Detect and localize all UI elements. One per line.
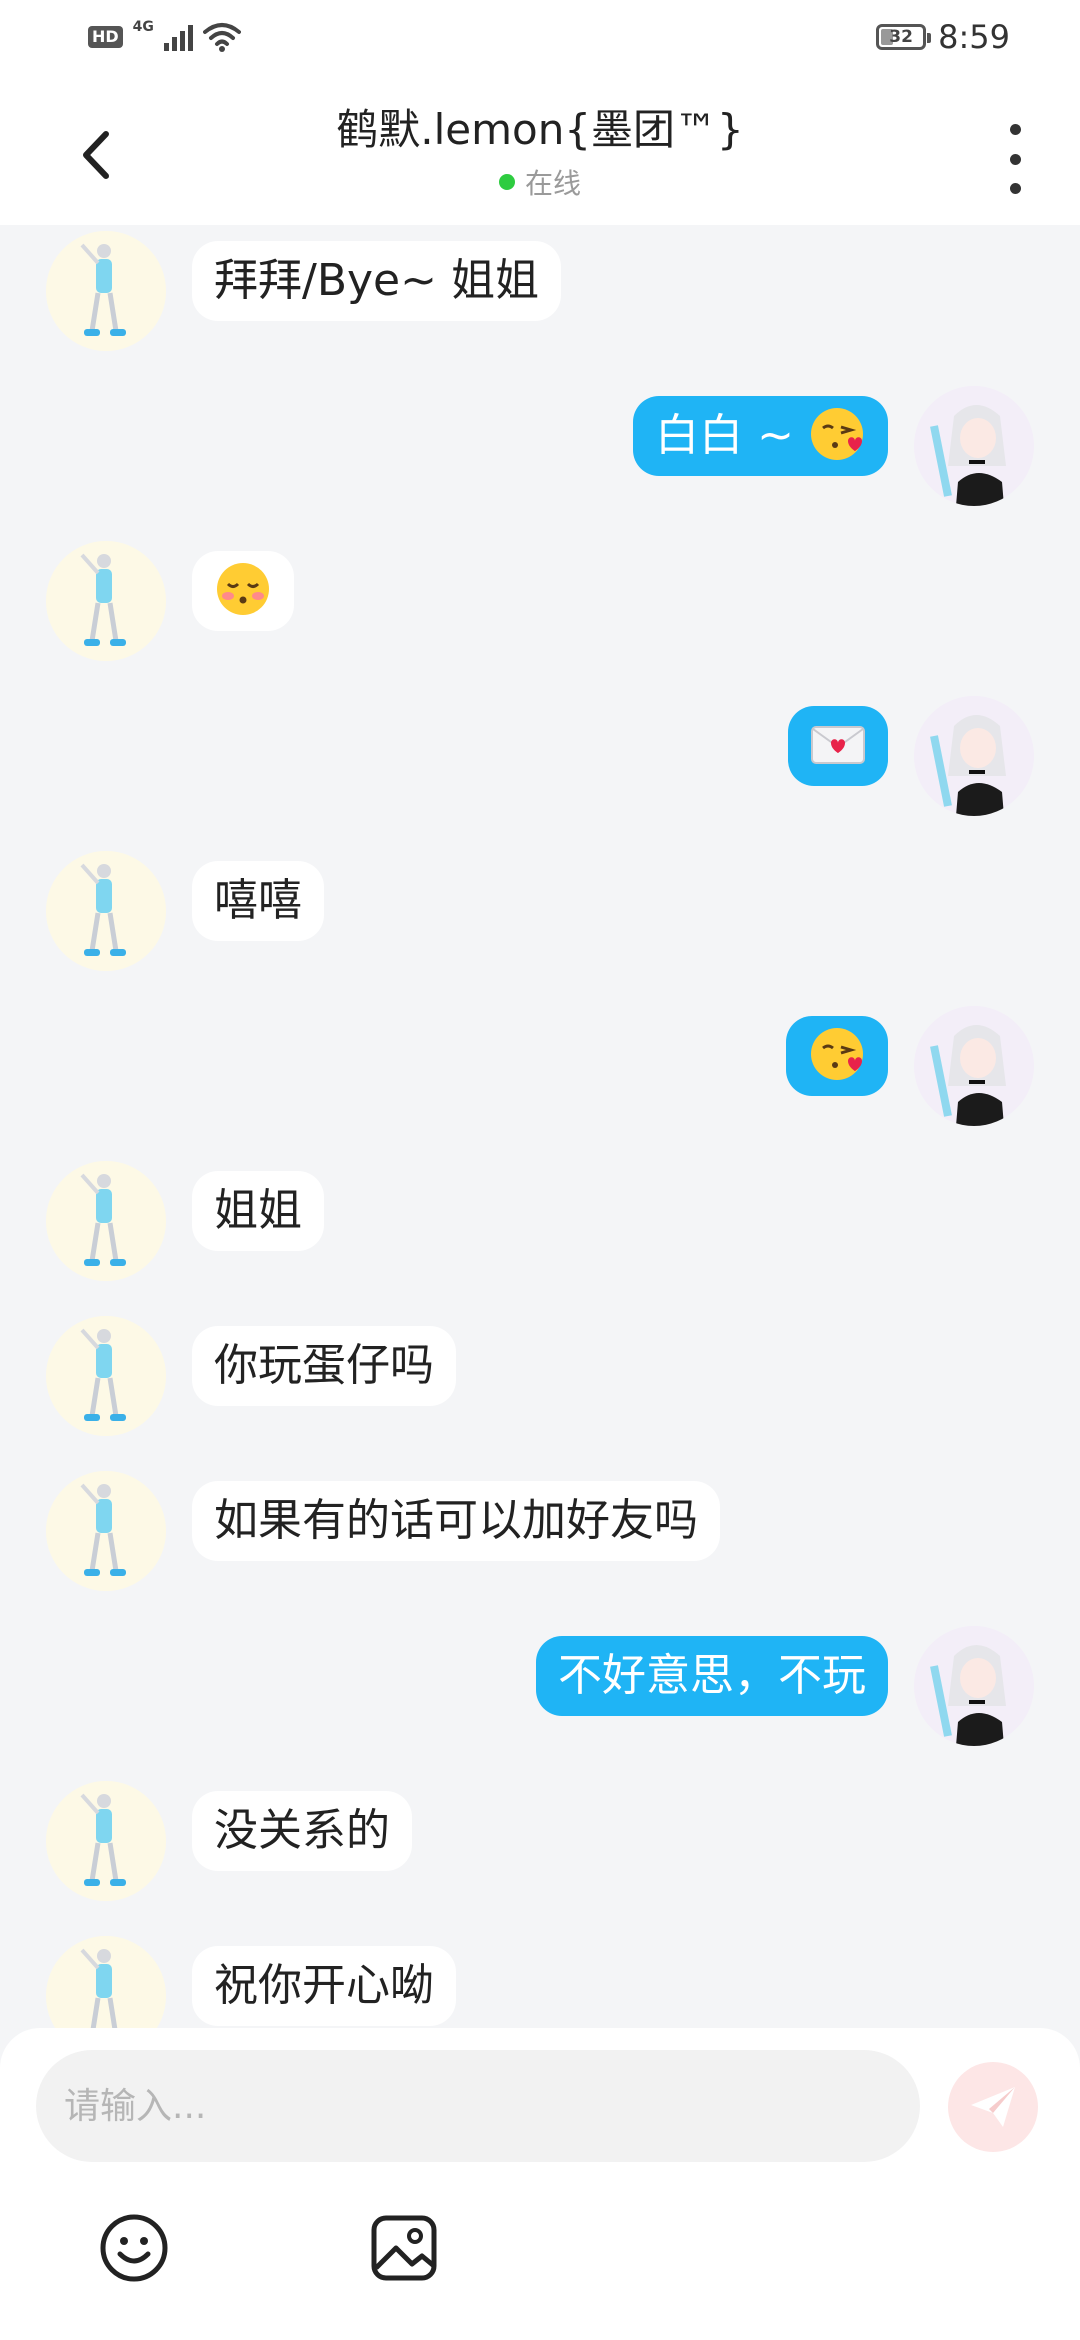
my-avatar[interactable] bbox=[914, 696, 1034, 816]
contact-avatar[interactable] bbox=[46, 1471, 166, 1591]
image-icon[interactable] bbox=[368, 2212, 440, 2284]
online-status-label: 在线 bbox=[524, 167, 581, 200]
status-right: 32 8:59 bbox=[876, 18, 1010, 56]
my-avatar[interactable] bbox=[914, 1006, 1034, 1126]
message-bubble[interactable]: 拜拜/Bye~ 姐姐 bbox=[192, 241, 561, 321]
chat-header: 鹤默.lemon{墨团™} 在线 bbox=[0, 80, 1080, 225]
message-bubble[interactable] bbox=[788, 706, 888, 786]
message-text: 姐姐 bbox=[214, 1185, 302, 1236]
message-text: 嘻嘻 bbox=[214, 875, 302, 926]
message-bubble[interactable] bbox=[192, 551, 294, 631]
back-arrow-icon[interactable] bbox=[70, 120, 120, 190]
contact-name[interactable]: 鹤默.lemon{墨团™} bbox=[180, 102, 900, 158]
send-button[interactable] bbox=[948, 2062, 1038, 2152]
wifi-icon bbox=[202, 23, 241, 52]
message-text: 没关系的 bbox=[214, 1805, 390, 1856]
message-bubble[interactable] bbox=[786, 1016, 888, 1096]
chat-screen: HD 4G 32 8:59 鹤默.lemon{墨团™} 在线 拜拜/Bye~ 姐… bbox=[0, 0, 1080, 2340]
message-bubble[interactable]: 嘻嘻 bbox=[192, 861, 324, 941]
composer-panel bbox=[0, 2028, 1080, 2340]
contact-avatar[interactable] bbox=[46, 851, 166, 971]
message-text: 白白 ~ bbox=[655, 410, 794, 461]
my-avatar[interactable] bbox=[914, 1626, 1034, 1746]
message-text: 祝你开心呦 bbox=[214, 1960, 434, 2011]
message-bubble[interactable]: 白白 ~ bbox=[633, 396, 888, 476]
contact-avatar[interactable] bbox=[46, 541, 166, 661]
message-bubble[interactable]: 祝你开心呦 bbox=[192, 1946, 456, 2026]
message-text: 拜拜/Bye~ 姐姐 bbox=[214, 255, 539, 306]
kissing-heart-emoji bbox=[811, 1028, 863, 1080]
clock: 8:59 bbox=[938, 18, 1010, 56]
send-plane-icon bbox=[971, 2087, 1015, 2127]
battery-level: 32 bbox=[889, 27, 913, 47]
contact-avatar[interactable] bbox=[46, 1161, 166, 1281]
smiley-icon[interactable] bbox=[98, 2212, 170, 2284]
kissing-closed-eyes-emoji bbox=[217, 563, 269, 615]
message-text: 不好意思，不玩 bbox=[558, 1650, 866, 1701]
more-vertical-icon[interactable] bbox=[1000, 124, 1030, 194]
title-block: 鹤默.lemon{墨团™} 在线 bbox=[180, 102, 900, 202]
status-left: HD 4G bbox=[88, 19, 241, 52]
message-bubble[interactable]: 没关系的 bbox=[192, 1791, 412, 1871]
hd-badge: HD bbox=[88, 26, 123, 48]
contact-avatar[interactable] bbox=[46, 1781, 166, 1901]
battery-icon: 32 bbox=[876, 24, 932, 50]
message-bubble[interactable]: 姐姐 bbox=[192, 1171, 324, 1251]
kissing-heart-emoji bbox=[811, 408, 863, 460]
message-text: 你玩蛋仔吗 bbox=[214, 1340, 434, 1391]
my-avatar[interactable] bbox=[914, 386, 1034, 506]
contact-avatar[interactable] bbox=[46, 1316, 166, 1436]
online-status: 在线 bbox=[498, 162, 581, 202]
message-bubble[interactable]: 不好意思，不玩 bbox=[536, 1636, 888, 1716]
signal-icon bbox=[163, 23, 193, 51]
contact-avatar[interactable] bbox=[46, 1936, 166, 2030]
message-text: 如果有的话可以加好友吗 bbox=[214, 1495, 698, 1546]
message-list[interactable]: 拜拜/Bye~ 姐姐 白白 ~ 嘻嘻 姐姐 你玩蛋仔吗 如果有的话可以加好友吗 … bbox=[0, 225, 1080, 2030]
message-bubble[interactable]: 如果有的话可以加好友吗 bbox=[192, 1481, 720, 1561]
love-letter-emoji bbox=[811, 726, 865, 764]
online-dot-icon bbox=[498, 174, 515, 190]
contact-avatar[interactable] bbox=[46, 231, 166, 351]
message-bubble[interactable]: 你玩蛋仔吗 bbox=[192, 1326, 456, 1406]
message-input[interactable] bbox=[36, 2050, 920, 2162]
network-type: 4G bbox=[132, 19, 154, 35]
status-bar: HD 4G 32 8:59 bbox=[0, 0, 1080, 80]
